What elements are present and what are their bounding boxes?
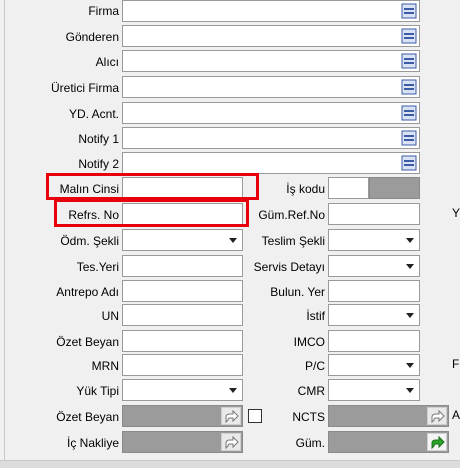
gum-ref-no-label: Güm.Ref.No <box>258 208 325 222</box>
share-arrow-icon <box>431 409 445 424</box>
clipped-label-y: Y <box>452 206 460 220</box>
is-kodu-display <box>369 177 420 199</box>
notify-2-field[interactable] <box>122 152 420 174</box>
odm-sekli-select[interactable] <box>122 229 243 251</box>
chevron-down-icon[interactable] <box>401 305 419 325</box>
notify-1-field[interactable] <box>122 127 420 149</box>
alici-lookup-button[interactable] <box>399 51 419 71</box>
servis-detayi-select[interactable] <box>328 255 420 277</box>
window-left-edge <box>0 0 5 467</box>
firma-field[interactable] <box>122 0 420 22</box>
notify-1-lookup-button[interactable] <box>399 128 419 148</box>
alici-label: Alıcı <box>95 55 119 69</box>
share-arrow-icon <box>431 435 445 450</box>
ncts-share-button[interactable] <box>427 407 447 425</box>
cmr-select[interactable] <box>328 379 420 401</box>
is-kodu-input[interactable] <box>328 177 369 199</box>
yd-acnt-lookup-button[interactable] <box>399 103 419 123</box>
uretici-firma-lookup-button[interactable] <box>399 77 419 97</box>
is-kodu-label: İş kodu <box>286 182 325 196</box>
notify-2-lookup-button[interactable] <box>399 153 419 173</box>
ozet-beyan-checkbox[interactable] <box>248 409 262 423</box>
p-c-select[interactable] <box>328 354 420 376</box>
bulun-yer-input[interactable] <box>328 280 420 302</box>
gonderen-field[interactable] <box>122 25 420 47</box>
yd-acnt-field[interactable] <box>122 102 420 124</box>
antrepo-adi-input[interactable] <box>122 280 243 302</box>
clipped-label-f: F <box>452 357 460 371</box>
chevron-down-icon[interactable] <box>401 380 419 400</box>
gonderen-lookup-button[interactable] <box>399 26 419 46</box>
yd-acnt-label: YD. Acnt. <box>68 107 119 121</box>
istif-select[interactable] <box>328 304 420 326</box>
lookup-list-icon <box>401 130 417 146</box>
un-input[interactable] <box>122 304 243 326</box>
chevron-down-icon[interactable] <box>224 380 242 400</box>
lookup-list-icon <box>401 53 417 69</box>
teslim-sekli-select[interactable] <box>328 229 420 251</box>
cmr-label: CMR <box>297 384 325 398</box>
un-label: UN <box>101 309 119 323</box>
highlight-refrs-no <box>54 199 249 227</box>
gum-label: Güm. <box>295 436 325 450</box>
lookup-list-icon <box>401 28 417 44</box>
imco-label: IMCO <box>293 335 325 349</box>
share-arrow-icon <box>225 409 239 424</box>
notify-2-label: Notify 2 <box>78 157 119 171</box>
lookup-list-icon <box>401 79 417 95</box>
ozet-beyan-share-button[interactable] <box>221 407 241 425</box>
ic-nakliye-field <box>122 431 243 453</box>
tes-yeri-input[interactable] <box>122 255 243 277</box>
teslim-sekli-label: Teslim Şekli <box>261 234 325 248</box>
gum-share-button[interactable] <box>427 433 447 451</box>
tes-yeri-label: Tes.Yeri <box>76 260 119 274</box>
mrn-label: MRN <box>91 359 119 373</box>
chevron-down-icon[interactable] <box>401 256 419 276</box>
ic-nakliye-label: İç Nakliye <box>66 436 119 450</box>
chevron-down-icon[interactable] <box>401 230 419 250</box>
gum-ref-no-input[interactable] <box>328 203 420 225</box>
gum-field <box>328 431 449 453</box>
ozet-beyan-input[interactable] <box>122 330 243 352</box>
uretici-firma-label: Üretici Firma <box>51 81 119 95</box>
clipped-label-a: A <box>452 408 460 422</box>
odm-sekli-label: Ödm. Şekli <box>60 234 119 248</box>
firma-lookup-button[interactable] <box>399 1 419 21</box>
ozet-beyan-2-label: Özet Beyan <box>56 410 119 424</box>
yuk-tipi-select[interactable] <box>122 379 243 401</box>
chevron-down-icon[interactable] <box>224 230 242 250</box>
mrn-input[interactable] <box>122 354 243 376</box>
ncts-field <box>328 405 449 427</box>
highlight-malin-cinsi <box>46 173 259 200</box>
ozet-beyan-2-field <box>122 405 243 427</box>
notify-1-label: Notify 1 <box>78 132 119 146</box>
yuk-tipi-label: Yük Tipi <box>76 384 119 398</box>
chevron-down-icon[interactable] <box>401 355 419 375</box>
alici-field[interactable] <box>122 50 420 72</box>
uretici-firma-field[interactable] <box>122 76 420 98</box>
ic-nakliye-share-button[interactable] <box>221 433 241 451</box>
p-c-label: P/C <box>304 359 325 373</box>
bulun-yer-label: Bulun. Yer <box>270 285 325 299</box>
gonderen-label: Gönderen <box>65 30 119 44</box>
lookup-list-icon <box>401 155 417 171</box>
servis-detayi-label: Servis Detayı <box>253 260 325 274</box>
ozet-beyan-label: Özet Beyan <box>56 335 119 349</box>
imco-input[interactable] <box>328 330 420 352</box>
firma-label: Firma <box>88 4 119 18</box>
lookup-list-icon <box>401 3 417 19</box>
ncts-label: NCTS <box>292 410 325 424</box>
lookup-list-icon <box>401 105 417 121</box>
share-arrow-icon <box>225 435 239 450</box>
istif-label: İstif <box>306 309 325 323</box>
antrepo-adi-label: Antrepo Adı <box>56 285 119 299</box>
